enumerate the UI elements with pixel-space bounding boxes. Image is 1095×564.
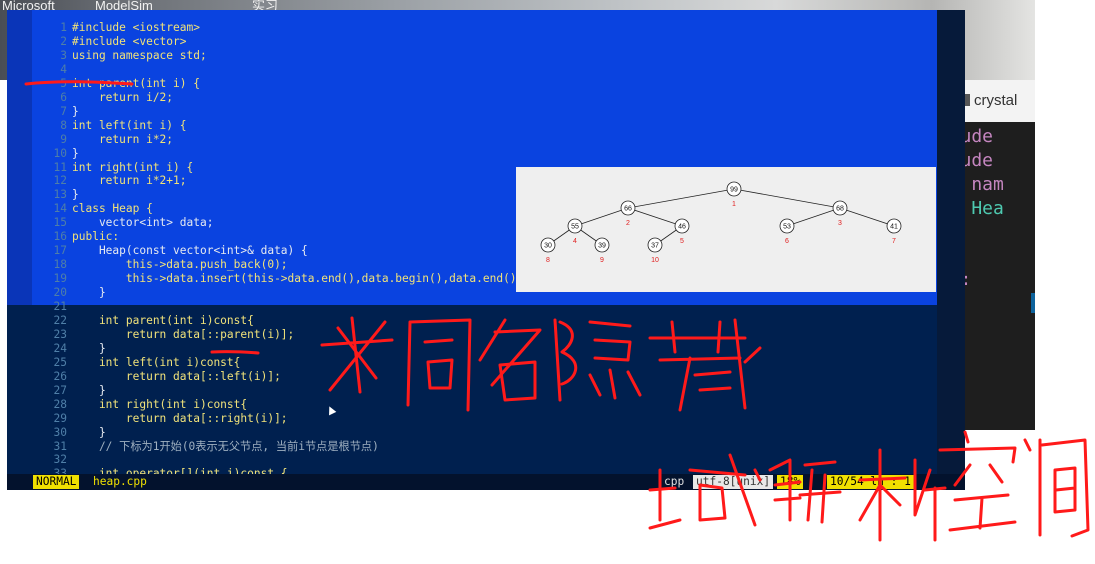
char-yu xyxy=(648,453,762,530)
char-kong xyxy=(938,430,1017,532)
char-jian xyxy=(1023,438,1090,538)
char-tong xyxy=(406,318,472,412)
char-xi xyxy=(858,448,947,542)
char-yin xyxy=(553,318,642,402)
char-ming xyxy=(478,318,542,402)
char-cang xyxy=(648,318,762,412)
char-jie xyxy=(768,458,842,524)
underline-stroke xyxy=(24,80,134,86)
screen: Microsoft ModelSim 实习 crystal nclude ncl… xyxy=(0,0,1095,564)
handwritten-annotations xyxy=(24,80,1090,542)
asterisk-stroke xyxy=(320,316,394,394)
dash-stroke xyxy=(210,350,260,355)
